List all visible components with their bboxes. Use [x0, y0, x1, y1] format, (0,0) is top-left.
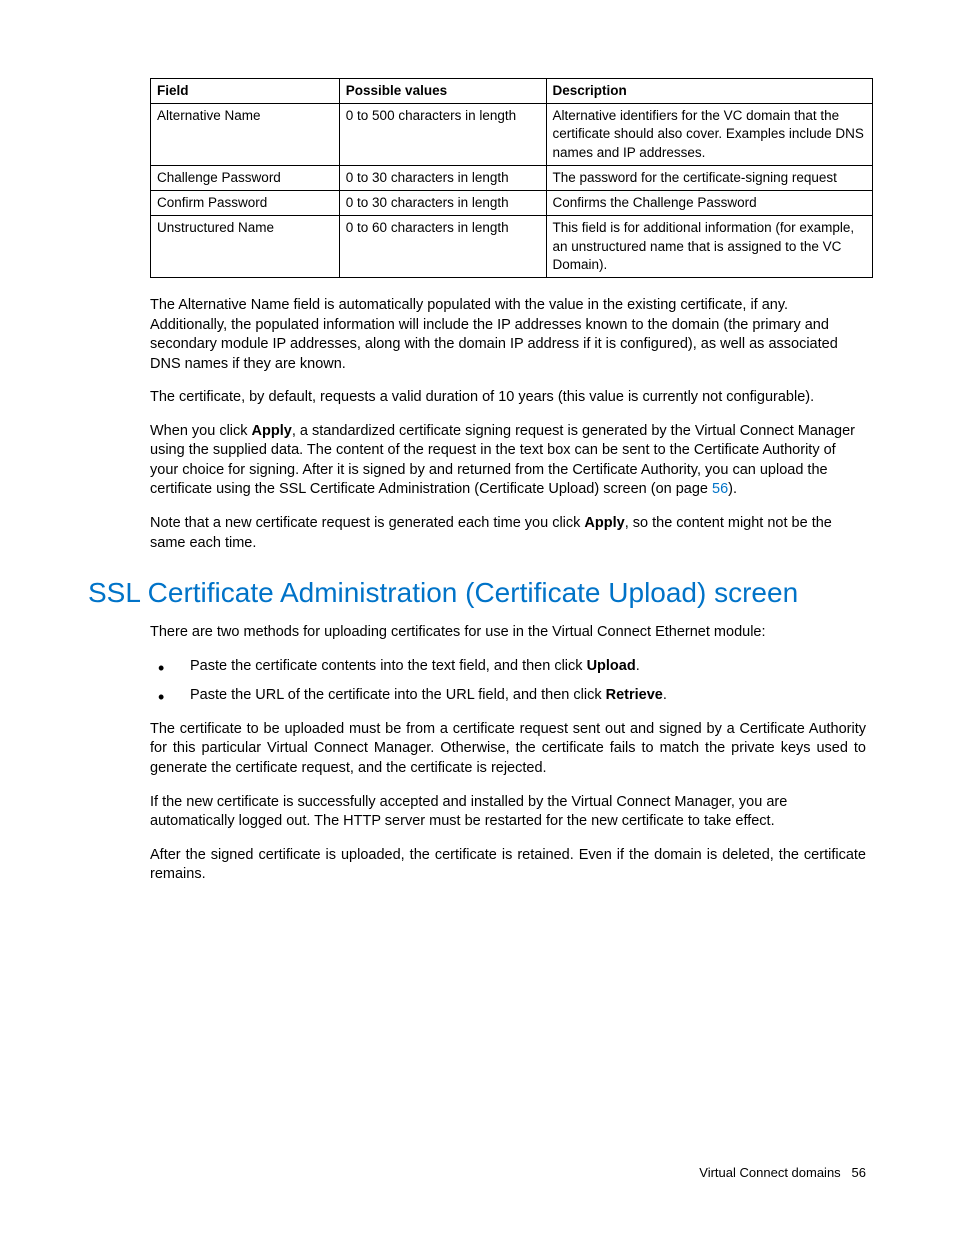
text: When you click [150, 423, 252, 439]
bold-apply: Apply [584, 515, 624, 531]
header-possible-values: Possible values [339, 79, 546, 104]
text: . [663, 687, 667, 703]
footer-section: Virtual Connect domains [699, 1165, 840, 1180]
paragraph-cert-match: The certificate to be uploaded must be f… [150, 720, 866, 779]
text: Paste the URL of the certificate into th… [190, 687, 606, 703]
cell-pv: 0 to 500 characters in length [339, 104, 546, 166]
text: Paste the certificate contents into the … [190, 658, 587, 674]
table-row: Confirm Password 0 to 30 characters in l… [151, 191, 873, 216]
paragraph-logout: If the new certificate is successfully a… [150, 793, 866, 832]
cell-desc: Confirms the Challenge Password [546, 191, 873, 216]
list-item: Paste the certificate contents into the … [150, 657, 866, 677]
bold-retrieve: Retrieve [606, 687, 663, 703]
cell-field: Unstructured Name [151, 216, 340, 278]
table-header-row: Field Possible values Description [151, 79, 873, 104]
text: . [636, 658, 640, 674]
table-row: Unstructured Name 0 to 60 characters in … [151, 216, 873, 278]
paragraph-duration: The certificate, by default, requests a … [150, 388, 866, 408]
list-item: Paste the URL of the certificate into th… [150, 686, 866, 706]
bold-apply: Apply [252, 423, 292, 439]
cell-field: Confirm Password [151, 191, 340, 216]
paragraph-alt-name-info: The Alternative Name field is automatica… [150, 296, 866, 374]
cell-pv: 0 to 30 characters in length [339, 165, 546, 190]
text: ). [728, 481, 737, 497]
table-row: Alternative Name 0 to 500 characters in … [151, 104, 873, 166]
page-link-56[interactable]: 56 [712, 481, 728, 497]
page-footer: Virtual Connect domains 56 [699, 1165, 866, 1180]
cell-desc: The password for the certificate-signing… [546, 165, 873, 190]
text: Note that a new certificate request is g… [150, 515, 584, 531]
bold-upload: Upload [587, 658, 636, 674]
paragraph-apply-note: Note that a new certificate request is g… [150, 514, 866, 553]
cell-field: Alternative Name [151, 104, 340, 166]
cell-field: Challenge Password [151, 165, 340, 190]
cell-desc: Alternative identifiers for the VC domai… [546, 104, 873, 166]
cell-pv: 0 to 30 characters in length [339, 191, 546, 216]
header-description: Description [546, 79, 873, 104]
footer-page-number: 56 [852, 1165, 866, 1180]
table-row: Challenge Password 0 to 30 characters in… [151, 165, 873, 190]
field-table: Field Possible values Description Altern… [150, 78, 873, 278]
upload-methods-list: Paste the certificate contents into the … [150, 657, 866, 706]
header-field: Field [151, 79, 340, 104]
paragraph-upload-intro: There are two methods for uploading cert… [150, 623, 866, 643]
heading-ssl-cert-upload: SSL Certificate Administration (Certific… [88, 577, 866, 609]
cell-desc: This field is for additional information… [546, 216, 873, 278]
cell-pv: 0 to 60 characters in length [339, 216, 546, 278]
paragraph-retained: After the signed certificate is uploaded… [150, 846, 866, 885]
paragraph-apply-csr: When you click Apply, a standardized cer… [150, 422, 866, 500]
